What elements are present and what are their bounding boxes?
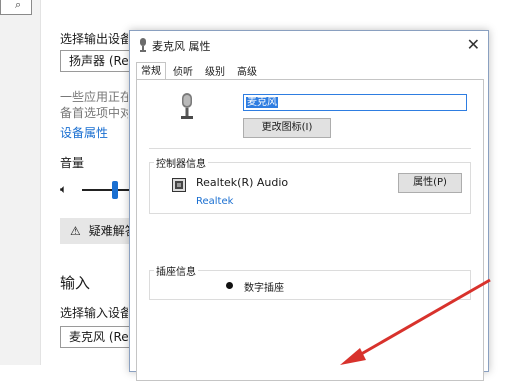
tab-advanced[interactable]: 高级 <box>232 63 262 80</box>
warning-icon: ⚠ <box>70 224 81 238</box>
left-panel <box>0 0 41 365</box>
select-input-label: 选择输入设备 <box>60 306 128 320</box>
device-name-value: 麦克风 <box>246 97 278 108</box>
volume-label: 音量 <box>60 156 85 170</box>
sound-card-icon <box>172 178 186 192</box>
output-device-select[interactable]: 扬声器 (Rea <box>60 50 130 72</box>
search-icon: ⌕ <box>15 0 22 11</box>
volume-slider[interactable]: 🔈︎ <box>60 178 140 202</box>
device-properties-link[interactable]: 设备属性 <box>60 124 108 141</box>
divider <box>149 148 471 149</box>
jack-dot-icon <box>226 282 233 289</box>
general-panel: 麦克风 更改图标(I) 控制器信息 Realtek(R) Audio Realt… <box>136 79 484 381</box>
close-icon[interactable]: ✕ <box>467 35 480 54</box>
dialog-titlebar[interactable]: 麦克风 属性 ✕ <box>130 31 488 59</box>
app-note-line1: 一些应用正在 <box>60 90 128 104</box>
microphone-device-icon <box>181 93 193 119</box>
tab-levels[interactable]: 级别 <box>200 63 230 80</box>
search-box[interactable]: ⌕ <box>0 0 32 15</box>
dialog-title: 麦克风 属性 <box>152 40 211 53</box>
slider-thumb[interactable] <box>112 181 118 199</box>
device-name-input[interactable]: 麦克风 <box>243 94 467 111</box>
tab-listen[interactable]: 侦听 <box>168 63 198 80</box>
controller-name: Realtek(R) Audio <box>196 176 289 189</box>
controller-group-label: 控制器信息 <box>154 155 208 170</box>
controller-info-group: 控制器信息 Realtek(R) Audio Realtek 属性(P) <box>149 155 471 214</box>
app-note-line2: 备首选项中对 <box>60 106 128 120</box>
change-icon-button[interactable]: 更改图标(I) <box>243 118 331 138</box>
controller-vendor-link[interactable]: Realtek <box>196 196 233 207</box>
input-heading: 输入 <box>60 274 91 292</box>
speaker-icon: 🔈︎ <box>60 182 68 196</box>
jack-group-label: 插座信息 <box>154 263 198 278</box>
properties-button[interactable]: 属性(P) <box>398 173 462 193</box>
troubleshoot-button[interactable]: ⚠ 疑难解答 <box>60 218 140 244</box>
input-device-select[interactable]: 麦克风 (Rea <box>60 326 130 348</box>
microphone-icon <box>140 38 146 52</box>
jack-info-group: 插座信息 数字插座 <box>149 263 471 300</box>
jack-text: 数字插座 <box>244 283 284 294</box>
select-output-label: 选择输出设备 <box>60 32 128 46</box>
microphone-properties-dialog: 麦克风 属性 ✕ 常规 侦听 级别 高级 麦克风 更改图标(I) 控制器信息 R… <box>129 30 489 381</box>
